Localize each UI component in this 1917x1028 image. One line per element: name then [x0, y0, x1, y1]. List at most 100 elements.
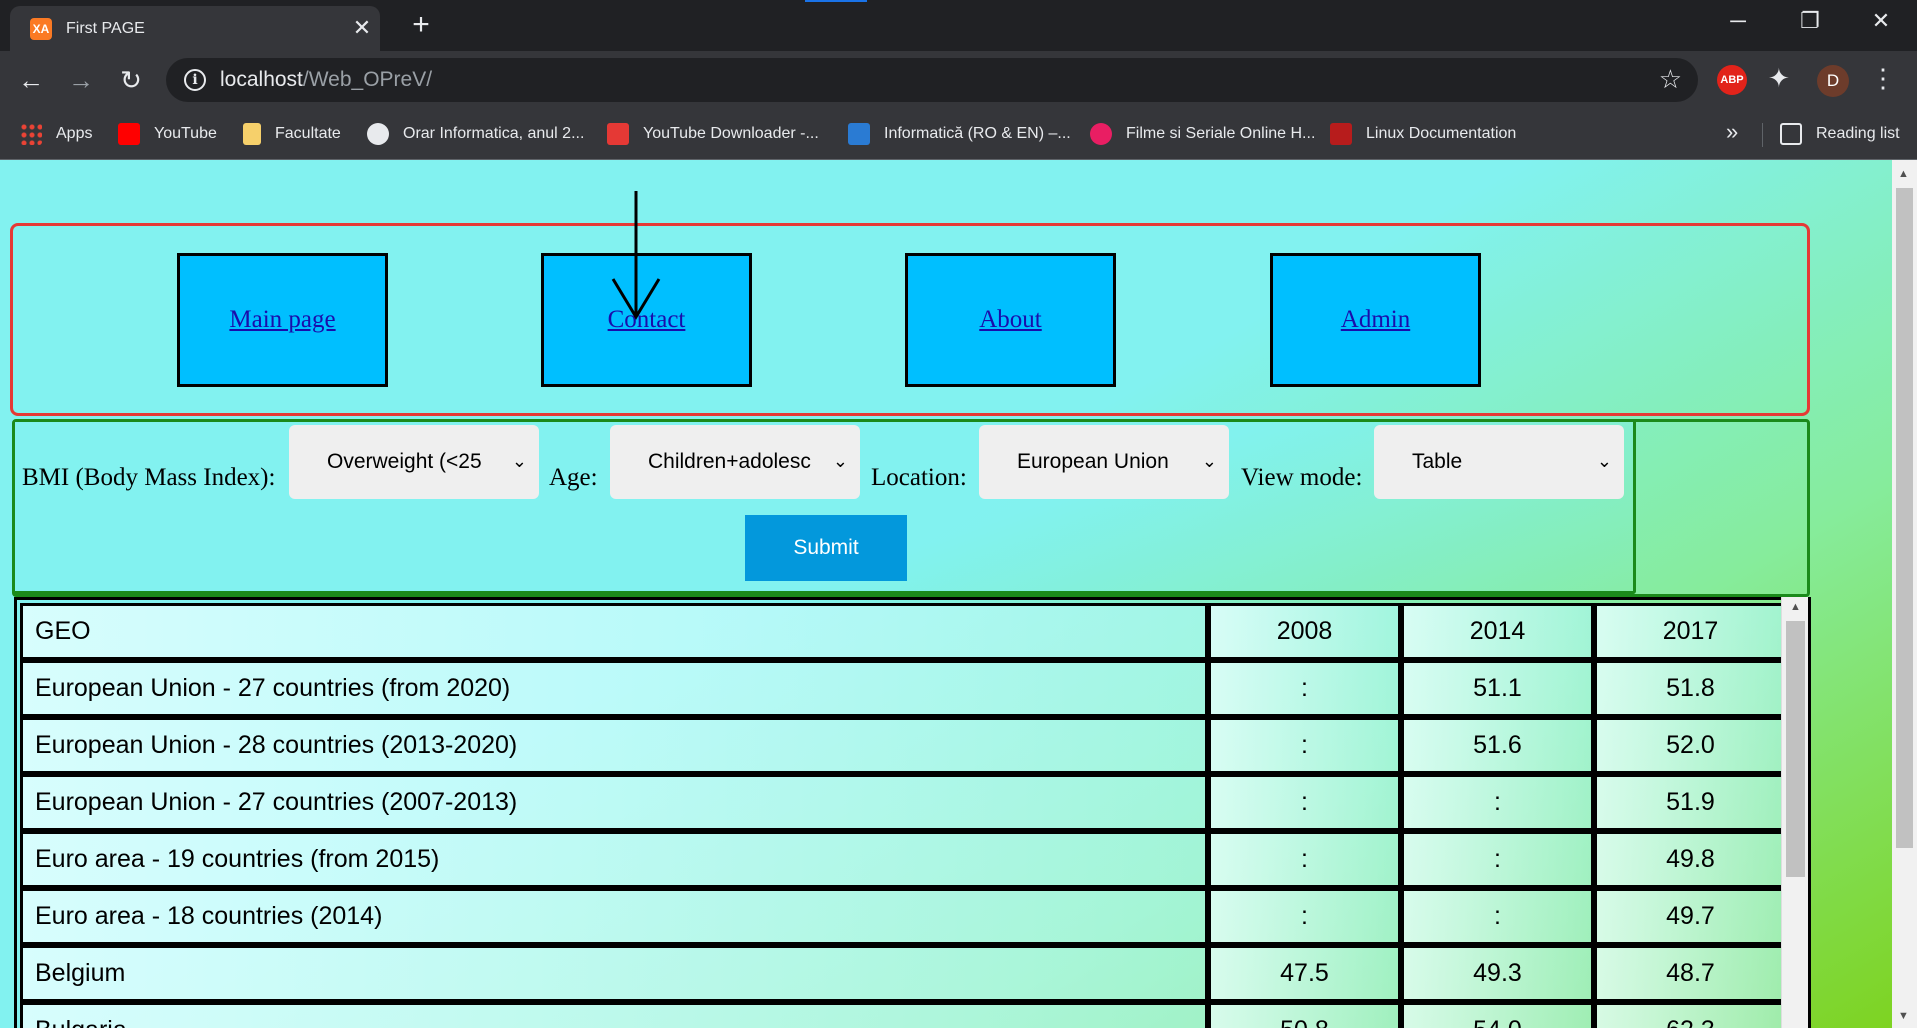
profile-avatar[interactable]: D — [1817, 65, 1849, 97]
table-cell: 48.7 — [1594, 945, 1787, 1002]
bookmark-label: Filme si Seriale Online H... — [1126, 125, 1316, 142]
bookmark-apps[interactable]: Apps — [20, 121, 92, 147]
navigation-box: Main page Contact About Admin — [10, 223, 1810, 416]
table-cell: : — [1208, 660, 1401, 717]
table-cell: 49.7 — [1594, 888, 1787, 945]
location-select[interactable]: European Union ⌄ — [979, 425, 1229, 499]
bookmark-informatica[interactable]: Informatică (RO & EN) –... — [848, 121, 1071, 147]
table-cell-geo: Belgium — [20, 945, 1208, 1002]
browser-tab[interactable]: XA First PAGE ✕ — [10, 6, 380, 51]
table-cell: 51.1 — [1401, 660, 1594, 717]
bookmark-youtube-downloader[interactable]: YouTube Downloader -... — [607, 121, 819, 147]
bookmark-label: Orar Informatica, anul 2... — [403, 125, 585, 142]
close-tab-icon[interactable]: ✕ — [348, 14, 376, 42]
kebab-menu-icon[interactable]: ⋮ — [1870, 63, 1896, 94]
scroll-up-arrow-icon[interactable]: ▲ — [1790, 601, 1801, 613]
linux-docs-icon — [1330, 122, 1352, 145]
table-cell: : — [1208, 888, 1401, 945]
bmi-select-value: Overweight (<25 — [327, 450, 482, 473]
close-window-button[interactable]: ✕ — [1861, 8, 1901, 34]
table-cell-geo: Euro area - 19 countries (from 2015) — [20, 831, 1208, 888]
table-cell-geo: European Union - 28 countries (2013-2020… — [20, 717, 1208, 774]
data-table: GEO 2008 2014 2017 European Union - 27 c… — [20, 603, 1787, 1028]
forward-arrow-icon[interactable]: → — [64, 63, 98, 97]
table-cell: 51.9 — [1594, 774, 1787, 831]
table-cell: 50.8 — [1208, 1002, 1401, 1028]
table-cell-geo: European Union - 27 countries (from 2020… — [20, 660, 1208, 717]
table-cell-geo: Bulgaria — [20, 1002, 1208, 1028]
url-path: /Web_OPreV/ — [302, 68, 433, 91]
view-mode-select[interactable]: Table ⌄ — [1374, 425, 1624, 499]
table-cell-geo: European Union - 27 countries (2007-2013… — [20, 774, 1208, 831]
table-row: Belgium 47.5 49.3 48.7 — [20, 945, 1787, 1002]
table-header-year: 2008 — [1208, 603, 1401, 660]
table-cell: : — [1401, 888, 1594, 945]
table-scrollbar[interactable]: ▲ — [1781, 597, 1808, 1028]
reload-icon[interactable]: ↻ — [114, 63, 148, 97]
bookmark-youtube[interactable]: YouTube — [118, 121, 217, 147]
table-scrollbar-thumb[interactable] — [1786, 621, 1805, 877]
adblock-plus-icon[interactable]: ABP — [1717, 65, 1747, 95]
restore-window-button[interactable]: ❐ — [1790, 8, 1830, 34]
table-cell: : — [1208, 831, 1401, 888]
bookmarks-bar: Apps YouTube Facultate Orar Informatica,… — [0, 109, 1917, 160]
bmi-select[interactable]: Overweight (<25 ⌄ — [289, 425, 539, 499]
table-cell: : — [1401, 831, 1594, 888]
table-cell: 52.0 — [1594, 717, 1787, 774]
nav-link-admin[interactable]: Admin — [1270, 253, 1481, 387]
download-icon — [607, 122, 629, 145]
table-row: Euro area - 19 countries (from 2015) : :… — [20, 831, 1787, 888]
nav-link-main-page[interactable]: Main page — [177, 253, 388, 387]
filter-form: BMI (Body Mass Index): Overweight (<25 ⌄… — [12, 419, 1810, 597]
youtube-icon — [118, 122, 140, 145]
more-bookmarks-icon[interactable]: » — [1726, 119, 1738, 145]
page-scrollbar-thumb[interactable] — [1896, 188, 1913, 848]
table-cell: 51.6 — [1401, 717, 1594, 774]
bookmark-filme[interactable]: Filme si Seriale Online H... — [1090, 121, 1315, 147]
site-info-icon[interactable]: i — [184, 69, 206, 91]
age-select-value: Children+adolesc — [648, 450, 811, 473]
bookmark-facultate[interactable]: Facultate — [243, 121, 341, 147]
bookmark-label: YouTube — [154, 125, 217, 142]
extensions-puzzle-icon[interactable]: ✦ — [1768, 63, 1790, 94]
bmi-label: BMI (Body Mass Index): — [22, 464, 276, 491]
url-text[interactable]: localhost/Web_OPreV/ — [220, 68, 432, 92]
page-scrollbar[interactable]: ▲ ▼ — [1892, 160, 1917, 1028]
tab-title: First PAGE — [66, 20, 145, 37]
table-row: Euro area - 18 countries (2014) : : 49.7 — [20, 888, 1787, 945]
location-label: Location: — [871, 464, 967, 491]
nav-link-about[interactable]: About — [905, 253, 1116, 387]
scroll-down-arrow-icon[interactable]: ▼ — [1898, 1010, 1909, 1022]
bookmark-label: Informatică (RO & EN) –... — [884, 125, 1071, 142]
submit-button[interactable]: Submit — [745, 515, 907, 581]
minimize-window-button[interactable]: ─ — [1718, 8, 1758, 34]
reading-list-label: Reading list — [1816, 125, 1900, 142]
chevron-down-icon: ⌄ — [1592, 425, 1612, 497]
view-mode-select-value: Table — [1412, 450, 1463, 473]
annotation-arrow-icon — [611, 191, 661, 320]
age-select[interactable]: Children+adolesc ⌄ — [610, 425, 860, 499]
tab-accent — [805, 0, 867, 2]
address-bar[interactable]: i localhost/Web_OPreV/ ☆ — [166, 58, 1698, 102]
bookmark-label: Facultate — [275, 125, 341, 142]
table-row: Bulgaria 50.8 54.0 62.3 — [20, 1002, 1787, 1028]
view-mode-label: View mode: — [1241, 464, 1363, 491]
bookmarks-divider — [1762, 123, 1763, 147]
table-cell: 49.3 — [1401, 945, 1594, 1002]
table-row: European Union - 28 countries (2013-2020… — [20, 717, 1787, 774]
scroll-up-arrow-icon[interactable]: ▲ — [1898, 168, 1909, 180]
reading-list-button[interactable]: Reading list — [1780, 121, 1900, 147]
bookmark-orar[interactable]: Orar Informatica, anul 2... — [367, 121, 584, 147]
table-cell: 62.3 — [1594, 1002, 1787, 1028]
globe-icon — [367, 122, 389, 145]
bookmark-linux-docs[interactable]: Linux Documentation — [1330, 121, 1516, 147]
url-host: localhost — [220, 68, 303, 91]
new-tab-button[interactable]: + — [404, 8, 438, 42]
table-row: European Union - 27 countries (2007-2013… — [20, 774, 1787, 831]
table-header-geo: GEO — [20, 603, 1208, 660]
back-arrow-icon[interactable]: ← — [14, 63, 48, 97]
table-cell: 54.0 — [1401, 1002, 1594, 1028]
location-select-value: European Union — [1017, 450, 1169, 473]
table-header-row: GEO 2008 2014 2017 — [20, 603, 1787, 660]
bookmark-star-icon[interactable]: ☆ — [1659, 64, 1682, 95]
